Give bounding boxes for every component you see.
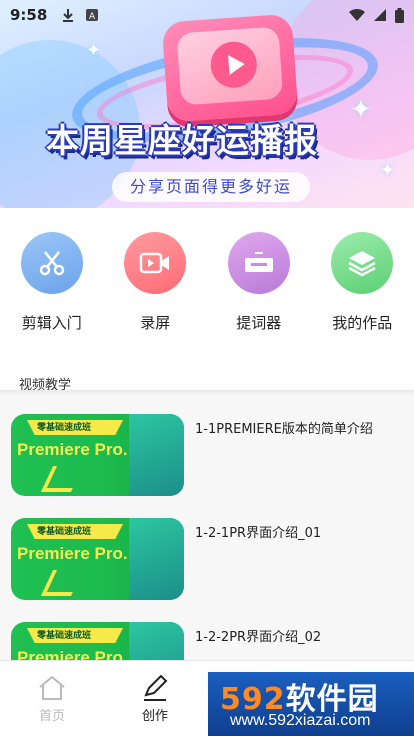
video-thumbnail: 零基础速成班 Premiere Pro. [11,518,184,600]
watermark-logo: 592软件园 www.592xiazai.com [208,672,414,736]
nav-create-label: 创作 [141,709,168,724]
action-label: 我的作品 [332,314,393,332]
action-label: 提词器 [236,314,282,332]
status-bar: 9:58 A [0,0,414,30]
app-notification-icon: A [86,9,99,22]
quick-actions: 剪辑入门 录屏 提词器 我的作品 [0,232,414,333]
wifi-icon [349,8,365,21]
video-thumbnail: 零基础速成班 Premiere Pro. [11,622,184,660]
action-screen-record[interactable]: 录屏 [104,232,208,333]
nav-home[interactable]: 首页 [22,675,82,724]
action-my-works[interactable]: 我的作品 [311,232,414,333]
video-item[interactable]: 零基础速成班 Premiere Pro. 1-2-1PR界面介绍_01 [11,518,411,602]
home-icon [39,675,65,700]
video-title: 1-1PREMIERE版本的简单介绍 [195,422,373,437]
video-item[interactable]: 零基础速成班 Premiere Pro. 1-1PREMIERE版本的简单介绍 [11,414,411,498]
sparkle-icon: ✦ [86,40,102,61]
banner-title: 本周星座好运播报 [46,121,318,160]
status-time: 9:58 [10,6,48,24]
nav-home-label: 首页 [38,709,65,724]
video-list[interactable]: 零基础速成班 Premiere Pro. 1-1PREMIERE版本的简单介绍 … [0,396,414,660]
nav-create[interactable]: 创作 [125,675,185,724]
banner[interactable]: ✦ ✦ ✦ 本周星座好运播报 分享页面得更多好运 9:58 A [0,0,414,208]
video-camera-icon [124,232,187,294]
video-title: 1-2-2PR界面介绍_02 [195,630,322,645]
signal-icon [374,9,386,21]
svg-text:A: A [89,12,96,22]
sparkle-icon: ✦ [350,95,372,125]
download-icon [63,9,74,22]
action-edit-tutorial[interactable]: 剪辑入门 [0,232,104,333]
teleprompter-icon [227,232,290,294]
pen-icon [144,675,168,701]
layers-icon [331,232,394,294]
action-label: 录屏 [140,314,171,332]
video-item[interactable]: 零基础速成班 Premiere Pro. 1-2-2PR界面介绍_02 [11,622,411,660]
video-title: 1-2-1PR界面介绍_01 [195,526,322,541]
action-teleprompter[interactable]: 提词器 [207,232,311,333]
sparkle-icon: ✦ [380,160,396,181]
action-label: 剪辑入门 [21,314,82,332]
video-thumbnail: 零基础速成班 Premiere Pro. [11,414,184,496]
scissors-icon [20,232,83,294]
banner-subtitle: 分享页面得更多好运 [112,172,311,202]
play-icon [209,40,259,90]
battery-icon [395,7,404,23]
